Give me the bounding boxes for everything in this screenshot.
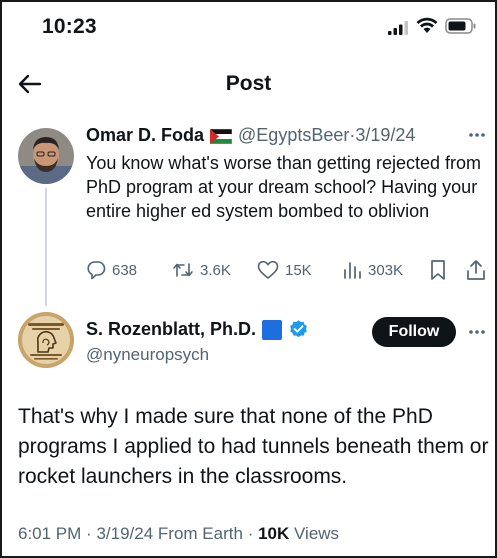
action-bar: 638 3.6K 15K 303K: [86, 258, 490, 282]
battery-icon: [445, 18, 476, 34]
like-count: 15K: [285, 261, 312, 279]
blue-square-icon: [262, 319, 283, 340]
status-time: 10:23: [42, 15, 97, 38]
more-icon[interactable]: [468, 329, 486, 335]
reply-icon: [87, 261, 106, 280]
nav-header: Post: [2, 62, 495, 106]
signal-icon: [388, 21, 408, 35]
tweet-text: You know what's worse than getting rejec…: [86, 153, 481, 221]
views-count: 303K: [368, 261, 404, 279]
tweet-time[interactable]: 6:01 PM: [18, 524, 81, 543]
like-button[interactable]: 15K: [257, 258, 312, 282]
author-handle[interactable]: @nyneuropsych: [86, 345, 209, 365]
follow-button[interactable]: Follow: [372, 317, 456, 347]
repost-count: 3.6K: [200, 261, 231, 279]
avatar-logo-image: [18, 312, 74, 368]
verified-badge-icon[interactable]: [288, 319, 309, 340]
author-handle[interactable]: @EgyptsBeer: [238, 125, 349, 145]
tweet-meta: 6:01 PM · 3/19/24 From Earth · 10K Views: [18, 524, 339, 544]
tweet-header: Omar D. Foda @EgyptsBeer·3/19/24: [86, 125, 486, 149]
status-bar: 10:23: [2, 2, 495, 54]
thread-line: [45, 188, 47, 306]
more-icon[interactable]: [468, 132, 486, 138]
post-screen: 10:23 Post Omar D. Foda @EgyptsBeer·3/19…: [0, 0, 497, 558]
like-icon: [257, 260, 279, 279]
author-name[interactable]: Omar D. Foda: [86, 125, 204, 145]
bookmark-button[interactable]: [429, 258, 453, 282]
views-label: Views: [294, 524, 340, 543]
bookmark-icon: [431, 260, 445, 280]
views-count: 10K: [258, 524, 290, 543]
separator-dot: ·: [247, 524, 254, 543]
avatar-image: [18, 128, 74, 184]
page-title: Post: [225, 72, 272, 95]
tweet-date[interactable]: 3/19/24: [96, 524, 153, 543]
separator-dot: ·: [86, 524, 92, 543]
share-button[interactable]: [466, 258, 492, 282]
views-icon: [344, 262, 361, 279]
tweet-text: That's why I made sure that none of the …: [18, 405, 489, 488]
tweet-date[interactable]: 3/19/24: [355, 125, 415, 145]
share-icon: [467, 260, 485, 280]
wifi-icon: [416, 17, 438, 33]
avatar[interactable]: [18, 312, 74, 368]
repost-icon: [173, 263, 193, 277]
avatar[interactable]: [18, 128, 74, 184]
palestine-flag-icon: [210, 129, 233, 144]
author-name[interactable]: S. Rozenblatt, Ph.D.: [86, 319, 256, 340]
views-button[interactable]: 303K: [342, 258, 403, 282]
repost-button[interactable]: 3.6K: [172, 258, 231, 282]
reply-count: 638: [112, 261, 138, 279]
author-name-row: S. Rozenblatt, Ph.D.: [86, 319, 309, 340]
tweet-source: From Earth: [157, 524, 243, 543]
reply-button[interactable]: 638: [86, 258, 137, 282]
